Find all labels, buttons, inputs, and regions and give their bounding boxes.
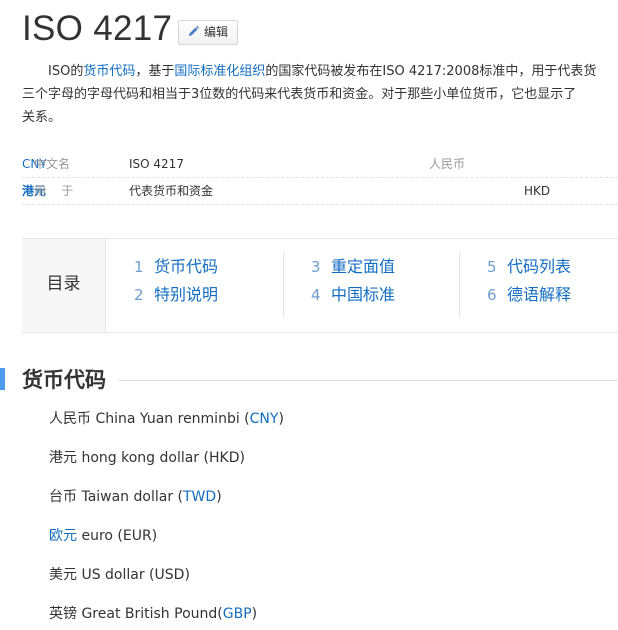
toc-item-code-list[interactable]: 5 代码列表 xyxy=(487,253,617,281)
toc-heading: 目录 xyxy=(22,239,106,332)
section-header: 货币代码 xyxy=(0,366,618,396)
toc-number: 4 xyxy=(311,286,321,304)
currency-en-name: hong kong dollar xyxy=(81,450,200,466)
toc-item-redenomination[interactable]: 3 重定面值 xyxy=(311,253,461,281)
section-divider xyxy=(118,380,618,381)
currency-item: 人民币 China Yuan renminbi (CNY) xyxy=(49,411,284,427)
toc-item-german-explanation[interactable]: 6 德语解释 xyxy=(487,281,617,309)
currency-code-link[interactable]: TWD xyxy=(183,489,216,505)
page-title: ISO 4217 xyxy=(22,9,173,48)
info-value: HKD xyxy=(524,184,551,198)
currency-cn-link[interactable]: 欧元 xyxy=(49,528,77,544)
table-of-contents: 目录 1 货币代码 2 特别说明 3 重定面值 4 中国标准 5 代码列表 6 德语解释 xyxy=(22,238,618,333)
toc-item-special-notes[interactable]: 2 特别说明 xyxy=(134,281,284,309)
toc-column: 3 重定面值 4 中国标准 xyxy=(283,253,461,317)
intro-text: 的国家代码被发布在ISO 4217:2008标准中，用于代表货 xyxy=(265,64,597,79)
toc-number: 2 xyxy=(134,286,144,304)
pencil-icon xyxy=(189,25,200,36)
info-key: 人民币 xyxy=(429,157,466,171)
currency-item: 英镑 Great British Pound(GBP) xyxy=(49,606,258,622)
edit-label: 编辑 xyxy=(204,25,229,39)
currency-cn-name: 美元 xyxy=(49,567,77,583)
intro-line-1: ISO的货币代码，基于国际标准化组织的国家代码被发布在ISO 4217:2008… xyxy=(22,60,618,83)
currency-en-name: China Yuan renminbi xyxy=(95,411,240,427)
edit-button[interactable]: 编辑 xyxy=(178,20,238,45)
intro-line-2: 三个字母的字母代码和相当于3位数的代码来代表货币和资金。对于那些小单位货币，它也… xyxy=(22,87,577,102)
intro-paragraph: ISO的货币代码，基于国际标准化组织的国家代码被发布在ISO 4217:2008… xyxy=(22,60,618,129)
currency-en-name: Great British Pound xyxy=(81,606,218,622)
toc-label: 中国标准 xyxy=(331,285,396,304)
iso-organization-link[interactable]: 国际标准化组织 xyxy=(174,64,265,79)
toc-number: 6 xyxy=(487,286,497,304)
currency-item: 欧元 euro (EUR) xyxy=(49,528,158,544)
currency-code-link[interactable]: CNY xyxy=(250,411,279,427)
currency-item: 美元 US dollar (USD) xyxy=(49,567,190,583)
section-accent-bar xyxy=(0,368,5,390)
toc-column: 1 货币代码 2 特别说明 xyxy=(134,253,284,309)
currency-code: USD xyxy=(154,567,185,583)
intro-text: ，基于 xyxy=(135,64,175,79)
toc-label: 代码列表 xyxy=(507,257,572,276)
currency-code: EUR xyxy=(122,528,152,544)
currency-code-link[interactable]: 货币代码 xyxy=(83,64,135,79)
currency-en-name: Taiwan dollar xyxy=(81,489,174,505)
intro-text: ISO的 xyxy=(48,64,84,79)
basic-info-row: 用 于 代表货币和资金 港元 HKD xyxy=(22,178,618,205)
toc-number: 3 xyxy=(311,258,321,276)
info-key: 中文名 xyxy=(34,157,71,171)
currency-code-link[interactable]: GBP xyxy=(223,606,252,622)
section-title: 货币代码 xyxy=(22,368,106,392)
currency-cn-name: 港元 xyxy=(49,450,77,466)
currency-en-name: US dollar xyxy=(81,567,145,583)
intro-line-3: 关系。 xyxy=(22,110,62,125)
basic-info-table: 中文名 ISO 4217 人民币 CNY 用 于 代表货币和资金 港元 HKD xyxy=(22,151,618,205)
toc-item-currency-code[interactable]: 1 货币代码 xyxy=(134,253,284,281)
currency-en-name: euro xyxy=(81,528,113,544)
info-value: ISO 4217 xyxy=(129,157,184,171)
currency-cn-name: 台币 xyxy=(49,489,77,505)
currency-item: 港元 hong kong dollar (HKD) xyxy=(49,450,245,466)
toc-label: 重定面值 xyxy=(331,257,396,276)
toc-item-china-standard[interactable]: 4 中国标准 xyxy=(311,281,461,309)
currency-cn-name: 英镑 xyxy=(49,606,77,622)
toc-label: 德语解释 xyxy=(507,285,572,304)
currency-item: 台币 Taiwan dollar (TWD) xyxy=(49,489,222,505)
toc-number: 5 xyxy=(487,258,497,276)
info-key: 用 于 xyxy=(34,184,74,198)
toc-number: 1 xyxy=(134,258,144,276)
toc-label: 特别说明 xyxy=(154,285,219,304)
toc-label: 货币代码 xyxy=(154,257,219,276)
basic-info-row: 中文名 ISO 4217 人民币 CNY xyxy=(22,151,618,178)
currency-cn-name: 人民币 xyxy=(49,411,91,427)
toc-column: 5 代码列表 6 德语解释 xyxy=(459,253,617,317)
info-value: 代表货币和资金 xyxy=(129,184,214,198)
currency-code: HKD xyxy=(208,450,240,466)
